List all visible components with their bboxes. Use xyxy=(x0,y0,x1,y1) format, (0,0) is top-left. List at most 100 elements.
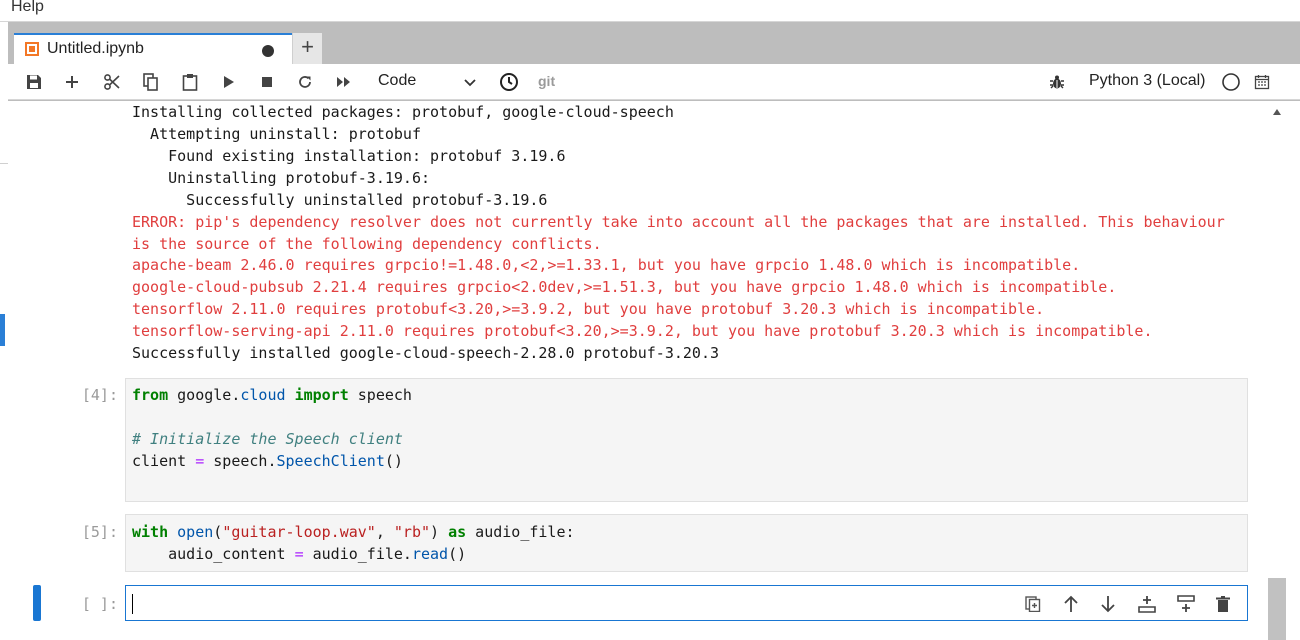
plus-icon xyxy=(66,76,78,88)
insert-cell-button[interactable] xyxy=(60,70,84,94)
code-string: "guitar-loop.wav" xyxy=(222,523,376,541)
code-line: with open("guitar-loop.wav", "rb") as au… xyxy=(132,521,575,543)
output-line: Successfully uninstalled protobuf-3.19.6 xyxy=(132,191,548,209)
move-up-icon xyxy=(1064,595,1078,612)
keyword: as xyxy=(448,523,467,541)
insert-above-button[interactable] xyxy=(1135,592,1159,616)
scissors-icon xyxy=(104,74,120,90)
debugger-button[interactable] xyxy=(1045,70,1069,94)
restart-icon xyxy=(299,76,311,88)
right-gutter xyxy=(1286,101,1300,640)
stop-icon xyxy=(262,77,272,87)
run-button[interactable] xyxy=(217,70,241,94)
menu-bar: Help xyxy=(0,0,1300,22)
paste-icon xyxy=(182,74,198,91)
move-down-button[interactable] xyxy=(1096,592,1120,616)
code-line: from google.cloud import speech xyxy=(132,384,412,406)
unsaved-dot-icon[interactable] xyxy=(262,45,274,57)
duplicate-icon xyxy=(1025,596,1041,612)
error-line: is the source of the following dependenc… xyxy=(132,235,602,253)
code-text: () xyxy=(448,545,467,563)
interrupt-button[interactable] xyxy=(255,70,279,94)
fast-forward-icon xyxy=(337,77,350,87)
delete-icon xyxy=(1216,596,1230,612)
code-text: audio_file. xyxy=(303,545,412,563)
new-tab-button[interactable]: + xyxy=(292,33,322,64)
paste-button[interactable] xyxy=(178,70,202,94)
calendar-button[interactable] xyxy=(1250,70,1274,94)
kernel-name[interactable]: Python 3 (Local) xyxy=(1089,72,1206,90)
vertical-scrollbar[interactable] xyxy=(1268,101,1286,640)
output-line: Successfully installed google-cloud-spee… xyxy=(132,344,719,362)
code-cell-input[interactable]: with open("guitar-loop.wav", "rb") as au… xyxy=(125,514,1248,572)
menu-help[interactable]: Help xyxy=(11,0,44,16)
output-line: Uninstalling protobuf-3.19.6: xyxy=(132,169,431,187)
code-line: audio_content = audio_file.read() xyxy=(132,543,466,565)
code-text: audio_content xyxy=(132,545,295,563)
cell-prompt: [5]: xyxy=(81,523,118,541)
kernel-idle-icon xyxy=(1222,73,1240,91)
scroll-up-icon[interactable] xyxy=(1273,109,1281,115)
error-line: tensorflow 2.11.0 requires protobuf<3.20… xyxy=(132,300,1045,318)
error-line: tensorflow-serving-api 2.11.0 requires p… xyxy=(132,322,1153,340)
chevron-down-icon[interactable] xyxy=(462,74,478,90)
cell-type-select[interactable]: Code xyxy=(378,72,416,90)
code-name: cloud xyxy=(240,386,286,404)
code-text: audio_file: xyxy=(466,523,575,541)
save-icon xyxy=(27,75,41,89)
code-comment: # Initialize the Speech client xyxy=(132,430,403,448)
restart-button[interactable] xyxy=(293,70,317,94)
copy-button[interactable] xyxy=(139,70,163,94)
code-text: () xyxy=(384,452,403,470)
cut-button[interactable] xyxy=(100,70,124,94)
text-caret xyxy=(132,594,133,614)
tab-notebook[interactable]: Untitled.ipynb xyxy=(14,33,294,64)
tab-bar: Untitled.ipynb + xyxy=(8,22,1300,64)
history-button[interactable] xyxy=(497,70,521,94)
git-button[interactable]: git xyxy=(538,73,555,89)
code-text: speech. xyxy=(204,452,277,470)
error-line: ERROR: pip's dependency resolver does no… xyxy=(132,213,1225,231)
delete-cell-button[interactable] xyxy=(1211,592,1235,616)
code-text: , xyxy=(375,523,394,541)
keyword: import xyxy=(294,386,349,404)
run-icon xyxy=(224,76,234,88)
tab-title: Untitled.ipynb xyxy=(47,40,144,57)
output-line: Installing collected packages: protobuf,… xyxy=(132,103,674,121)
run-all-button[interactable] xyxy=(332,70,356,94)
notebook-icon xyxy=(25,42,39,56)
code-string: "rb" xyxy=(393,523,431,541)
code-name: SpeechClient xyxy=(276,452,385,470)
duplicate-cell-button[interactable] xyxy=(1021,592,1045,616)
code-text: ) xyxy=(430,523,449,541)
output-line: Found existing installation: protobuf 3.… xyxy=(132,147,566,165)
move-up-button[interactable] xyxy=(1059,592,1083,616)
error-line: google-cloud-pubsub 2.21.4 requires grpc… xyxy=(132,278,1117,296)
sidebar-active-indicator xyxy=(0,314,5,346)
kernel-status xyxy=(1219,70,1243,94)
code-cell-input[interactable]: from google.cloud import speech # Initia… xyxy=(125,378,1248,502)
cell-prompt: [4]: xyxy=(81,386,118,404)
save-button[interactable] xyxy=(22,70,46,94)
code-text: google. xyxy=(168,386,241,404)
code-text: ( xyxy=(213,523,223,541)
insert-above-icon xyxy=(1138,596,1156,613)
active-code-cell-input[interactable] xyxy=(125,585,1248,621)
output-line: Attempting uninstall: protobuf xyxy=(132,125,421,143)
code-line: client = speech.SpeechClient() xyxy=(132,450,403,472)
insert-below-button[interactable] xyxy=(1174,592,1198,616)
clock-icon xyxy=(500,73,518,91)
error-line: apache-beam 2.46.0 requires grpcio!=1.48… xyxy=(132,256,1081,274)
insert-below-icon xyxy=(1177,595,1195,612)
keyword: with xyxy=(132,523,169,541)
code-name: read xyxy=(411,545,449,563)
notebook-toolbar: Code git Python 3 (Local) xyxy=(8,64,1300,100)
scrollbar-thumb[interactable] xyxy=(1268,578,1286,640)
code-text: speech xyxy=(348,386,412,404)
left-sidebar xyxy=(0,22,8,640)
keyword: from xyxy=(132,386,169,404)
cell-prompt: [ ]: xyxy=(81,595,118,613)
calendar-icon xyxy=(1254,75,1270,90)
